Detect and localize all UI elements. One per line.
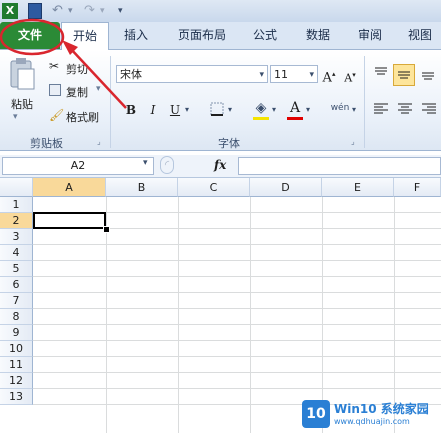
annotation-arrow [69,47,127,109]
win10-logo-icon: 10 [302,400,330,428]
annotation-overlay [0,18,127,109]
watermark-url: www.qdhuajin.com [334,417,410,426]
watermark: 10 Win10 系统家园 www.qdhuajin.com [300,396,441,433]
highlight-circle [0,18,65,56]
watermark-brand: Win10 系统家园 [334,402,429,416]
